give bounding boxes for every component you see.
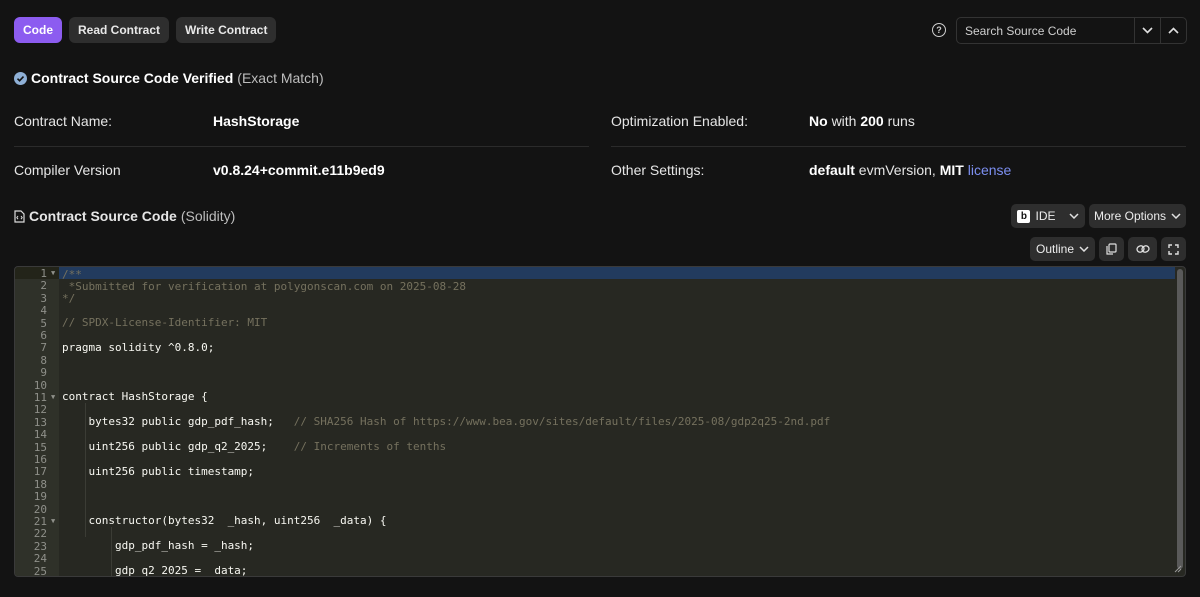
copy-button[interactable]: [1099, 237, 1124, 261]
code-line: pragma solidity ^0.8.0;: [62, 341, 215, 354]
chevron-down-icon: [1171, 213, 1181, 219]
code-line: *Submitted for verification at polygonsc…: [62, 280, 466, 293]
contract-name-value-wrap: HashStorage: [213, 113, 299, 129]
indent-guide: [85, 403, 86, 537]
line-number: 7: [40, 341, 47, 355]
search-input[interactable]: [957, 18, 1134, 43]
line-number: 14: [33, 428, 47, 442]
fold-toggle-icon[interactable]: ▼: [51, 393, 55, 401]
line-number: 19: [33, 490, 47, 504]
code-line: uint256 public timestamp;: [62, 465, 255, 478]
code-line: contract HashStorage {: [62, 390, 208, 403]
verified-status: Contract Source Code Verified (Exact Mat…: [14, 70, 324, 86]
code-line: constructor(bytes32 _hash, uint256 _data…: [62, 514, 387, 527]
code-line: uint256 public gdp_q2_2025; // Increment…: [62, 440, 447, 453]
verified-match: (Exact Match): [237, 70, 324, 86]
code-line: // SPDX-License-Identifier: MIT: [62, 316, 268, 329]
line-number: 25: [33, 564, 47, 577]
code-line: gdp_q2_2025 = _data;: [62, 564, 248, 577]
link-icon: [1135, 245, 1150, 253]
resize-handle-icon[interactable]: [1174, 565, 1182, 573]
more-options-label: More Options: [1093, 209, 1167, 223]
line-number-gutter: 1 ▼ 2 3 4 5 6 7 8 9 10 11 ▼ 12 13 14 15 16 17 18 19 20 21 ▼ 22 23…: [15, 267, 59, 576]
verified-title: Contract Source Code Verified: [31, 70, 234, 86]
source-lang: (Solidity): [180, 208, 236, 224]
optimization-runs: 200: [860, 113, 884, 129]
help-icon[interactable]: ?: [932, 23, 946, 37]
chevron-down-icon: [1068, 213, 1079, 219]
other-license-type: MIT: [939, 162, 964, 178]
copy-icon: [1106, 243, 1117, 255]
optimization-value: No with 200 runs: [809, 113, 915, 129]
contract-name-label: Contract Name:: [14, 113, 113, 129]
chevron-up-icon: [1168, 27, 1179, 34]
link-button[interactable]: [1128, 237, 1157, 261]
ide-dropdown[interactable]: b IDE: [1011, 204, 1085, 228]
verified-check-icon: [14, 71, 27, 85]
divider: [14, 146, 589, 147]
tab-code[interactable]: Code: [14, 17, 62, 43]
other-default: default: [809, 162, 855, 178]
line-number: 4: [40, 304, 47, 318]
line-number: 24: [33, 552, 47, 566]
search-prev-button[interactable]: [1160, 18, 1186, 43]
divider: [611, 146, 1186, 147]
compiler-label: Compiler Version: [14, 162, 121, 178]
indent-guide: [111, 527, 112, 576]
fold-toggle-icon[interactable]: ▼: [51, 517, 55, 525]
ide-badge-icon: b: [1017, 209, 1031, 223]
code-line: bytes32 public gdp_pdf_hash; // SHA256 H…: [62, 415, 831, 428]
optimization-label: Optimization Enabled:: [611, 113, 748, 129]
other-settings-label: Other Settings:: [611, 162, 705, 178]
line-number: 2: [40, 279, 47, 293]
line-number: 22: [33, 527, 47, 541]
source-title-text: Contract Source Code: [29, 208, 177, 224]
tab-write-contract[interactable]: Write Contract: [176, 17, 277, 43]
outline-dropdown[interactable]: Outline: [1030, 237, 1095, 261]
line-number: 12: [33, 403, 47, 417]
file-code-icon: [14, 209, 25, 223]
search-next-button[interactable]: [1134, 18, 1160, 43]
other-evm: evmVersion,: [858, 162, 936, 178]
fullscreen-button[interactable]: [1161, 237, 1186, 261]
code-line: gdp_pdf_hash = _hash;: [62, 539, 255, 552]
code-content[interactable]: /** *Submitted for verification at polyg…: [59, 267, 1175, 576]
optimization-runs-suffix: runs: [887, 113, 915, 129]
more-options-dropdown[interactable]: More Options: [1089, 204, 1186, 228]
active-line-highlight: [59, 267, 1175, 280]
outline-label: Outline: [1035, 242, 1075, 256]
fold-toggle-icon[interactable]: ▼: [51, 269, 55, 277]
ide-label: IDE: [1035, 209, 1056, 223]
other-settings-value: default evmVersion, MIT license: [809, 162, 1011, 178]
source-code-title: Contract Source Code (Solidity): [14, 208, 235, 224]
search-box: [956, 17, 1187, 44]
chevron-down-icon: [1142, 27, 1153, 34]
code-editor[interactable]: 1 ▼ 2 3 4 5 6 7 8 9 10 11 ▼ 12 13 14 15 16 17 18 19 20 21 ▼ 22 23…: [14, 266, 1186, 577]
fullscreen-icon: [1168, 243, 1179, 255]
contract-tabs: Code Read Contract Write Contract: [14, 17, 277, 43]
tab-read-contract[interactable]: Read Contract: [69, 17, 170, 43]
line-number: 17: [33, 465, 47, 479]
compiler-value: v0.8.24+commit.e11b9ed9: [213, 162, 385, 178]
optimization-with: with: [831, 113, 857, 129]
compiler-value-wrap: v0.8.24+commit.e11b9ed9: [213, 162, 385, 178]
chevron-down-icon: [1079, 246, 1089, 252]
contract-name-value: HashStorage: [213, 113, 300, 129]
optimization-no: No: [809, 113, 828, 129]
scrollbar[interactable]: [1177, 269, 1183, 569]
license-link[interactable]: license: [968, 162, 1012, 178]
code-line: */: [62, 292, 76, 305]
line-number: 9: [40, 366, 47, 380]
